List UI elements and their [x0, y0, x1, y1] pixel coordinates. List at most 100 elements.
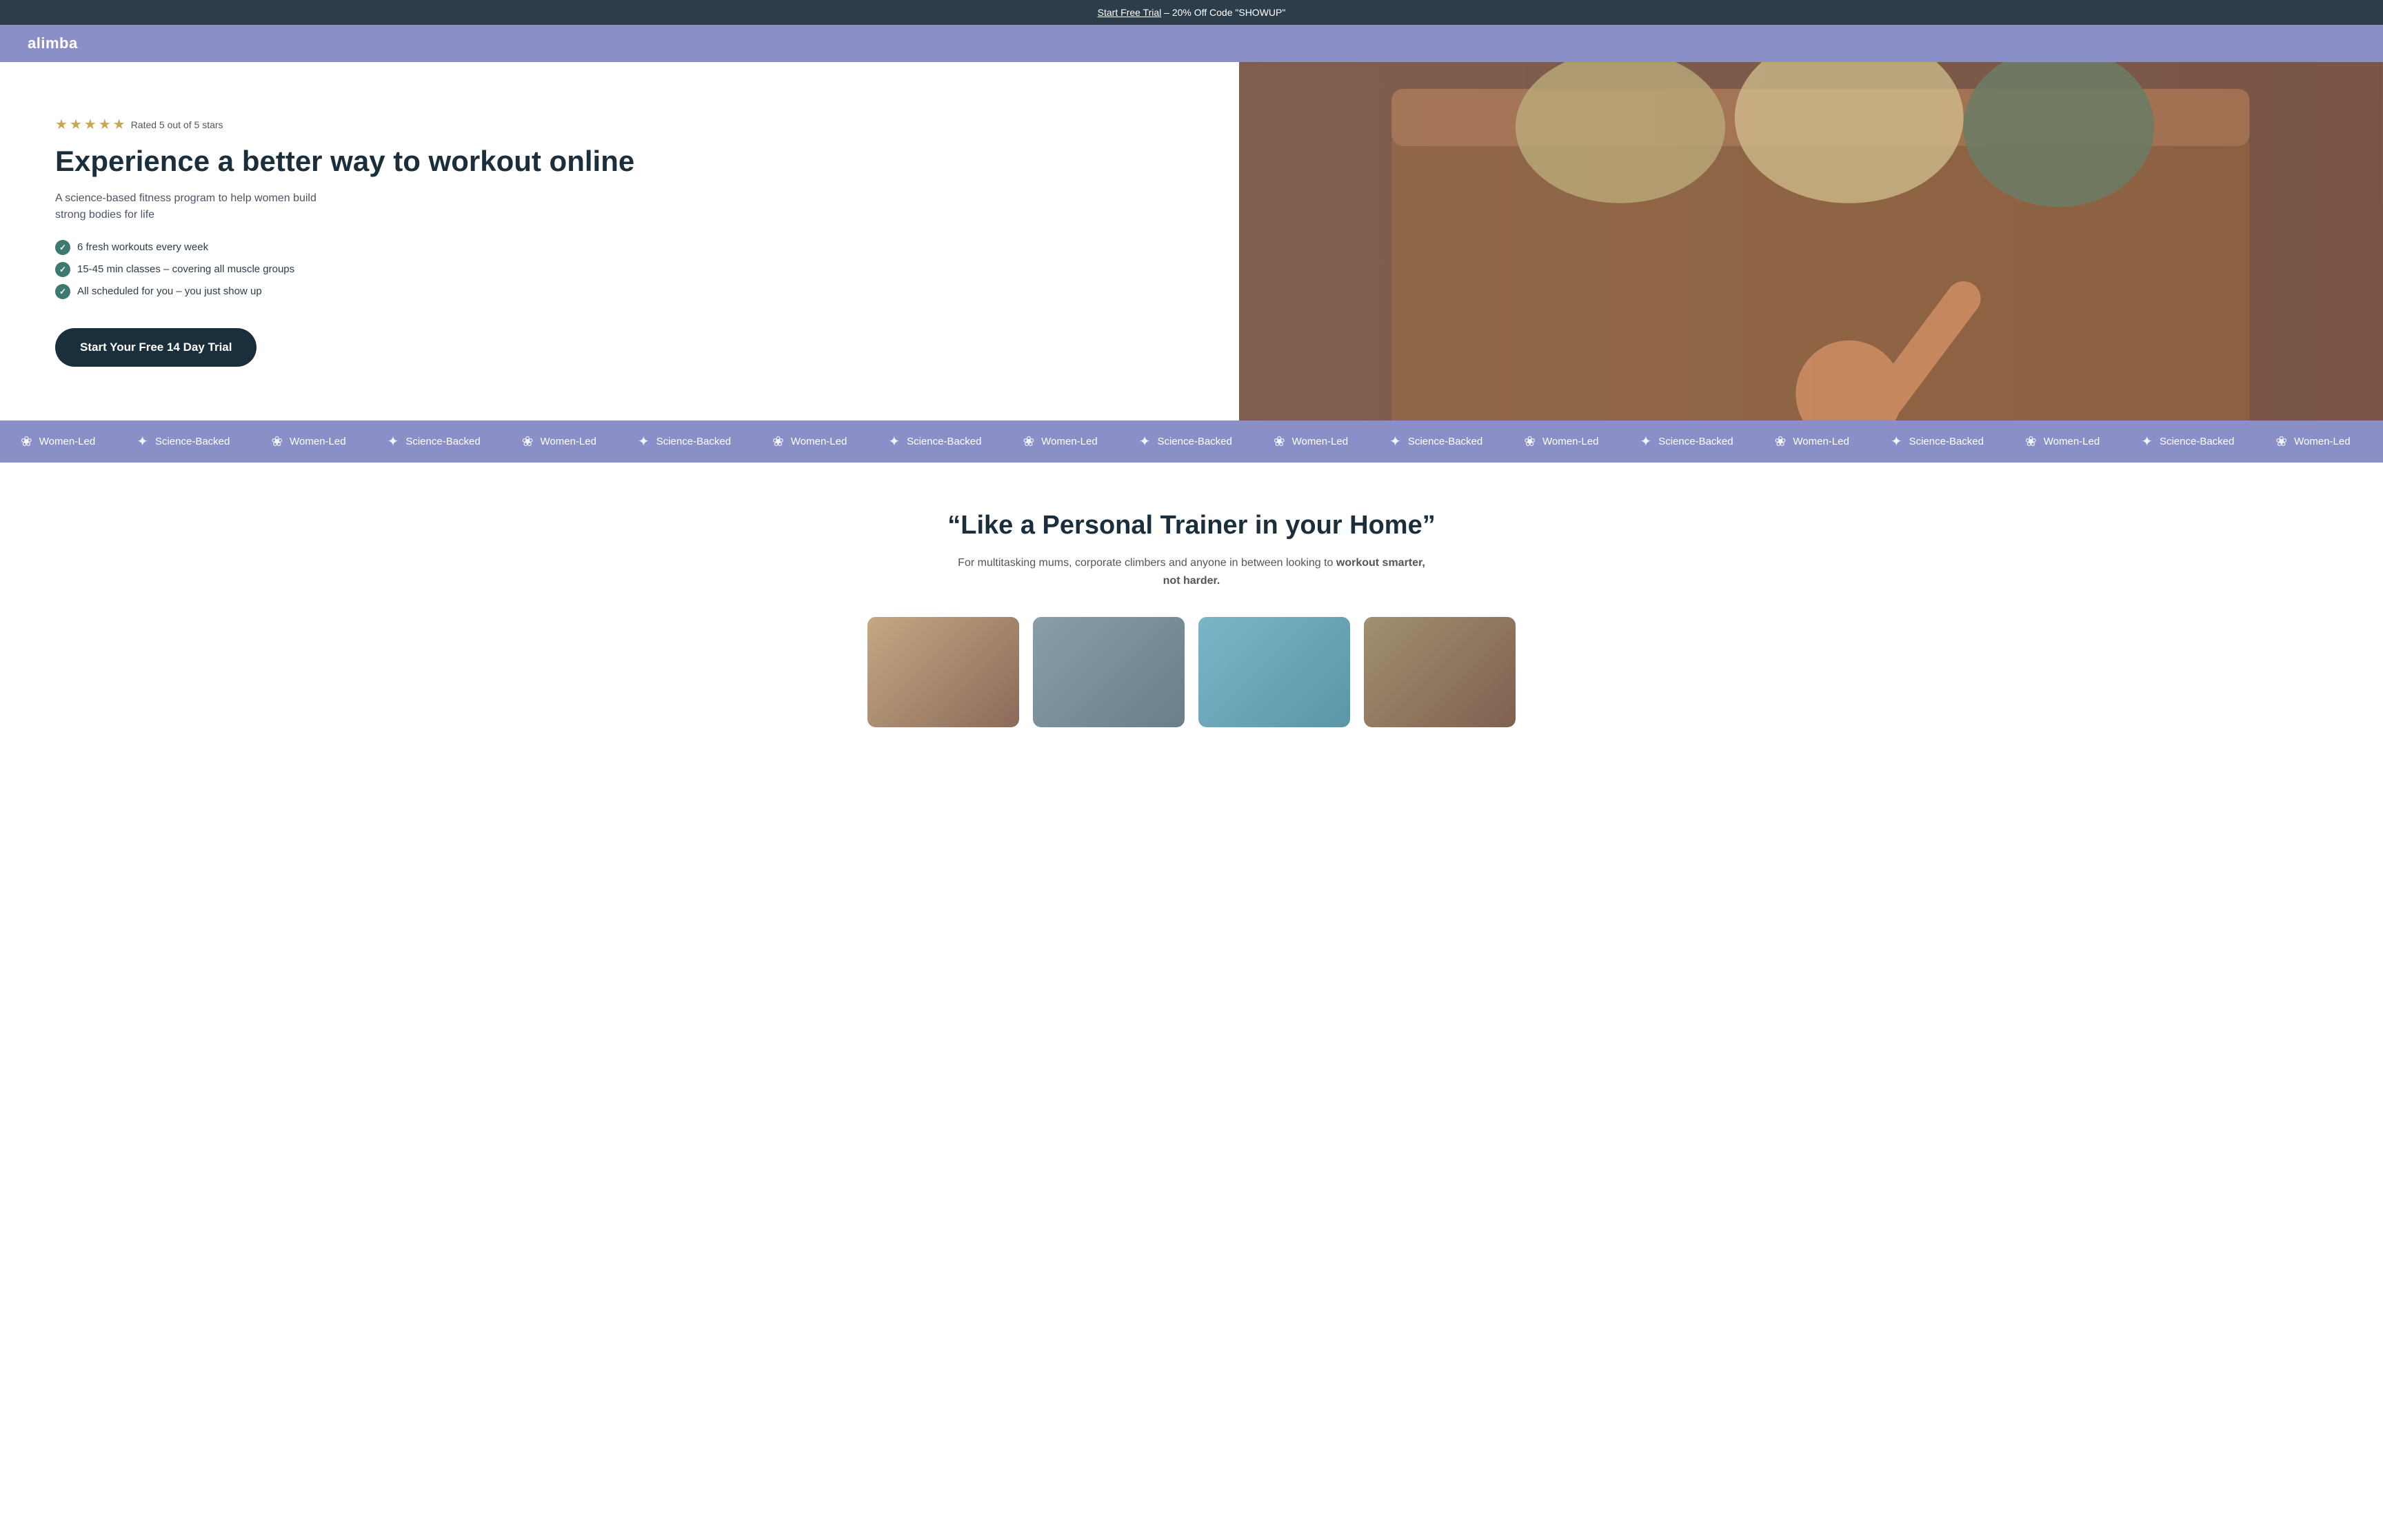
ticker-item: ❀ Women-Led: [1754, 433, 1870, 450]
ticker-item: ❀ Women-Led: [1503, 433, 1619, 450]
ticker-icon: ❀: [1274, 433, 1285, 450]
ticker-icon: ✦: [1640, 433, 1651, 450]
features-list: 6 fresh workouts every week 15-45 min cl…: [55, 240, 1198, 306]
ticker-bar: ❀ Women-Led ✦ Science-Backed ❀ Women-Led ✦ Scie…: [0, 421, 2383, 463]
cta-button[interactable]: Start Your Free 14 Day Trial: [55, 328, 257, 367]
hero-left: ★ ★ ★ ★ ★ Rated 5 out of 5 stars Experie…: [0, 62, 1239, 421]
ticker-icon: ❀: [772, 433, 784, 450]
ticker-item: ✦ Science-Backed: [617, 433, 752, 450]
star-2: ★: [70, 116, 82, 133]
quote-headline: “Like a Personal Trainer in your Home”: [28, 511, 2355, 540]
announcement-rest: – 20% Off Code "SHOWUP": [1161, 7, 1285, 18]
thumbnail-row: [28, 617, 2355, 727]
ticker-item: ❀ Women-Led: [2004, 433, 2120, 450]
ticker-item: ❀ Women-Led: [2255, 433, 2371, 450]
nav: alimba: [0, 25, 2383, 62]
hero-section: ★ ★ ★ ★ ★ Rated 5 out of 5 stars Experie…: [0, 62, 2383, 421]
ticker-item: ❀ Women-Led: [1003, 433, 1118, 450]
ticker-icon: ✦: [388, 433, 399, 450]
ticker-label: Women-Led: [39, 436, 95, 447]
hero-image-area: [1239, 62, 2383, 421]
ticker-item: ✦Science-Backed: [2371, 433, 2383, 450]
ticker-icon: ✦: [1389, 433, 1401, 450]
ticker-item: ✦ Science-Backed: [1369, 433, 1503, 450]
thumbnail-4: [1364, 617, 1516, 727]
announcement-cta-link[interactable]: Start Free Trial: [1098, 7, 1162, 18]
ticker-label: Women-Led: [2044, 436, 2100, 447]
ticker-item: ✦ Science-Backed: [867, 433, 1002, 450]
star-5: ★: [113, 116, 125, 133]
ticker-icon: ✦: [137, 433, 148, 450]
ticker-icon: ✦: [2141, 433, 2153, 450]
ticker-item: ❀ Women-Led: [752, 433, 867, 450]
feature-item-2: 15-45 min classes – covering all muscle …: [55, 262, 1198, 277]
ticker-icon: ❀: [2275, 433, 2287, 450]
hero-svg: [1239, 62, 2383, 421]
check-icon-3: [55, 284, 70, 299]
feature-item-3: All scheduled for you – you just show up: [55, 284, 1198, 299]
ticker-label: Women-Led: [791, 436, 847, 447]
thumbnail-3: [1198, 617, 1350, 727]
ticker-icon: ❀: [1524, 433, 1536, 450]
ticker-label: Science-Backed: [405, 436, 480, 447]
ticker-icon: ✦: [1891, 433, 1902, 450]
ticker-item: ❀ Women-Led: [250, 433, 366, 450]
rating-row: ★ ★ ★ ★ ★ Rated 5 out of 5 stars: [55, 116, 1198, 133]
ticker-label: Women-Led: [1292, 436, 1348, 447]
logo: alimba: [28, 34, 78, 52]
ticker-label: Women-Led: [1542, 436, 1598, 447]
thumbnail-2: [1033, 617, 1185, 727]
ticker-icon: ❀: [21, 433, 32, 450]
feature-item-1: 6 fresh workouts every week: [55, 240, 1198, 255]
star-3: ★: [84, 116, 97, 133]
quote-subtext: For multitasking mums, corporate climber…: [957, 554, 1426, 589]
ticker-item: ❀ Women-Led: [501, 433, 617, 450]
star-1: ★: [55, 116, 68, 133]
ticker-item: ✦ Science-Backed: [1870, 433, 2004, 450]
ticker-icon: ✦: [888, 433, 900, 450]
hero-image: [1239, 62, 2383, 421]
ticker-item: ✦ Science-Backed: [1118, 433, 1253, 450]
ticker-icon: ✦: [638, 433, 650, 450]
ticker-icon: ❀: [271, 433, 283, 450]
ticker-label: Science-Backed: [1157, 436, 1231, 447]
quote-section: “Like a Personal Trainer in your Home” F…: [0, 463, 2383, 755]
ticker-item: ✦ Science-Backed: [116, 433, 250, 450]
ticker-label: Science-Backed: [1658, 436, 1733, 447]
star-4: ★: [99, 116, 111, 133]
ticker-icon: ❀: [522, 433, 534, 450]
ticker-label: Women-Led: [1041, 436, 1097, 447]
star-rating: ★ ★ ★ ★ ★: [55, 116, 125, 133]
ticker-label: Science-Backed: [656, 436, 731, 447]
ticker-icon: ❀: [1023, 433, 1035, 450]
ticker-label: Science-Backed: [1909, 436, 1984, 447]
ticker-label: Women-Led: [1793, 436, 1849, 447]
feature-label-1: 6 fresh workouts every week: [77, 241, 208, 253]
hero-headline: Experience a better way to workout onlin…: [55, 144, 1198, 179]
ticker-label: Women-Led: [541, 436, 596, 447]
ticker-label: Science-Backed: [155, 436, 230, 447]
ticker-item: ❀ Women-Led: [0, 433, 116, 450]
feature-label-2: 15-45 min classes – covering all muscle …: [77, 263, 294, 275]
ticker-icon: ✦: [1139, 433, 1151, 450]
check-icon-1: [55, 240, 70, 255]
quote-subtext-plain: For multitasking mums, corporate climber…: [958, 557, 1336, 569]
ticker-item: ❀ Women-Led: [1253, 433, 1369, 450]
ticker-icon: ❀: [2025, 433, 2037, 450]
hero-subtext: A science-based fitness program to help …: [55, 190, 345, 223]
ticker-label: Women-Led: [2294, 436, 2350, 447]
ticker-item: ✦ Science-Backed: [2120, 433, 2255, 450]
thumbnail-1: [867, 617, 1019, 727]
announcement-bar: Start Free Trial – 20% Off Code "SHOWUP": [0, 0, 2383, 25]
rating-label: Rated 5 out of 5 stars: [131, 119, 223, 130]
ticker-item: ✦ Science-Backed: [1619, 433, 1753, 450]
ticker-icon: ❀: [1775, 433, 1787, 450]
feature-label-3: All scheduled for you – you just show up: [77, 285, 262, 297]
ticker-label: Science-Backed: [1408, 436, 1482, 447]
check-icon-2: [55, 262, 70, 277]
ticker-track: ❀ Women-Led ✦ Science-Backed ❀ Women-Led ✦ Scie…: [0, 433, 2383, 450]
ticker-label: Science-Backed: [2160, 436, 2234, 447]
ticker-label: Science-Backed: [907, 436, 981, 447]
ticker-item: ✦ Science-Backed: [367, 433, 501, 450]
ticker-label: Women-Led: [290, 436, 345, 447]
